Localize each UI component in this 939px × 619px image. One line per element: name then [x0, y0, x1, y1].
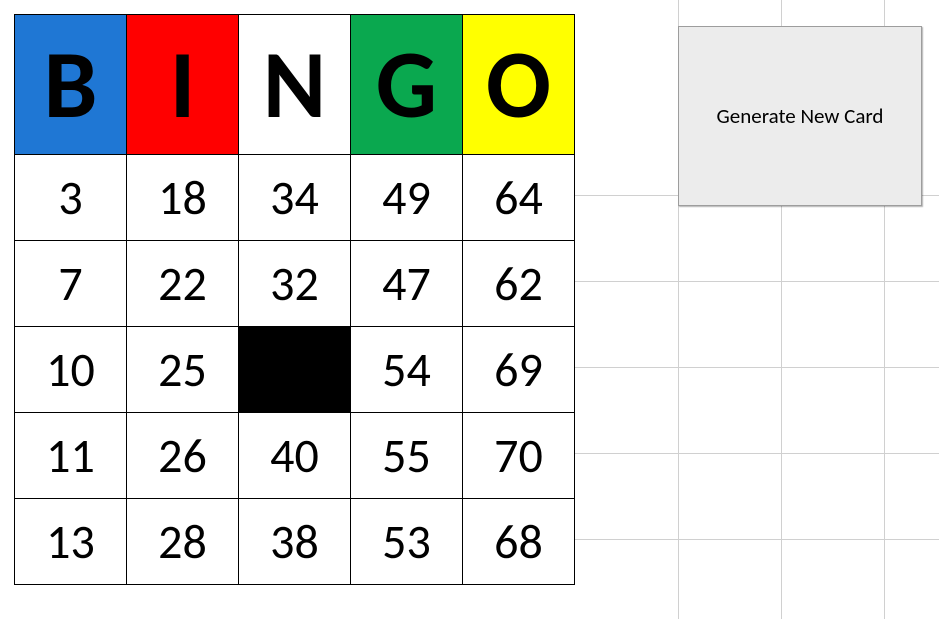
cell-b1[interactable]: 3	[15, 155, 127, 241]
cell-g4[interactable]: 55	[351, 413, 463, 499]
cell-o4[interactable]: 70	[463, 413, 575, 499]
cell-i5[interactable]: 28	[127, 499, 239, 585]
bingo-card: B I N G O 3 18 34 49 64 7 22 32 47 62	[14, 14, 575, 585]
cell-o3[interactable]: 69	[463, 327, 575, 413]
table-row: 3 18 34 49 64	[15, 155, 575, 241]
free-cell[interactable]	[239, 327, 351, 413]
table-row: 7 22 32 47 62	[15, 241, 575, 327]
cell-i3[interactable]: 25	[127, 327, 239, 413]
cell-b4[interactable]: 11	[15, 413, 127, 499]
cell-g2[interactable]: 47	[351, 241, 463, 327]
cell-o1[interactable]: 64	[463, 155, 575, 241]
header-g: G	[351, 15, 463, 155]
cell-o2[interactable]: 62	[463, 241, 575, 327]
cell-n1[interactable]: 34	[239, 155, 351, 241]
table-row: 11 26 40 55 70	[15, 413, 575, 499]
cell-i2[interactable]: 22	[127, 241, 239, 327]
cell-b3[interactable]: 10	[15, 327, 127, 413]
cell-n5[interactable]: 38	[239, 499, 351, 585]
cell-b2[interactable]: 7	[15, 241, 127, 327]
cell-b5[interactable]: 13	[15, 499, 127, 585]
generate-new-card-button[interactable]: Generate New Card	[678, 26, 922, 206]
cell-n4[interactable]: 40	[239, 413, 351, 499]
cell-g1[interactable]: 49	[351, 155, 463, 241]
header-o: O	[463, 15, 575, 155]
table-row: 13 28 38 53 68	[15, 499, 575, 585]
cell-i1[interactable]: 18	[127, 155, 239, 241]
cell-i4[interactable]: 26	[127, 413, 239, 499]
cell-g5[interactable]: 53	[351, 499, 463, 585]
header-n: N	[239, 15, 351, 155]
cell-o5[interactable]: 68	[463, 499, 575, 585]
table-row: 10 25 54 69	[15, 327, 575, 413]
header-b: B	[15, 15, 127, 155]
cell-n2[interactable]: 32	[239, 241, 351, 327]
cell-g3[interactable]: 54	[351, 327, 463, 413]
bingo-header-row: B I N G O	[15, 15, 575, 155]
header-i: I	[127, 15, 239, 155]
